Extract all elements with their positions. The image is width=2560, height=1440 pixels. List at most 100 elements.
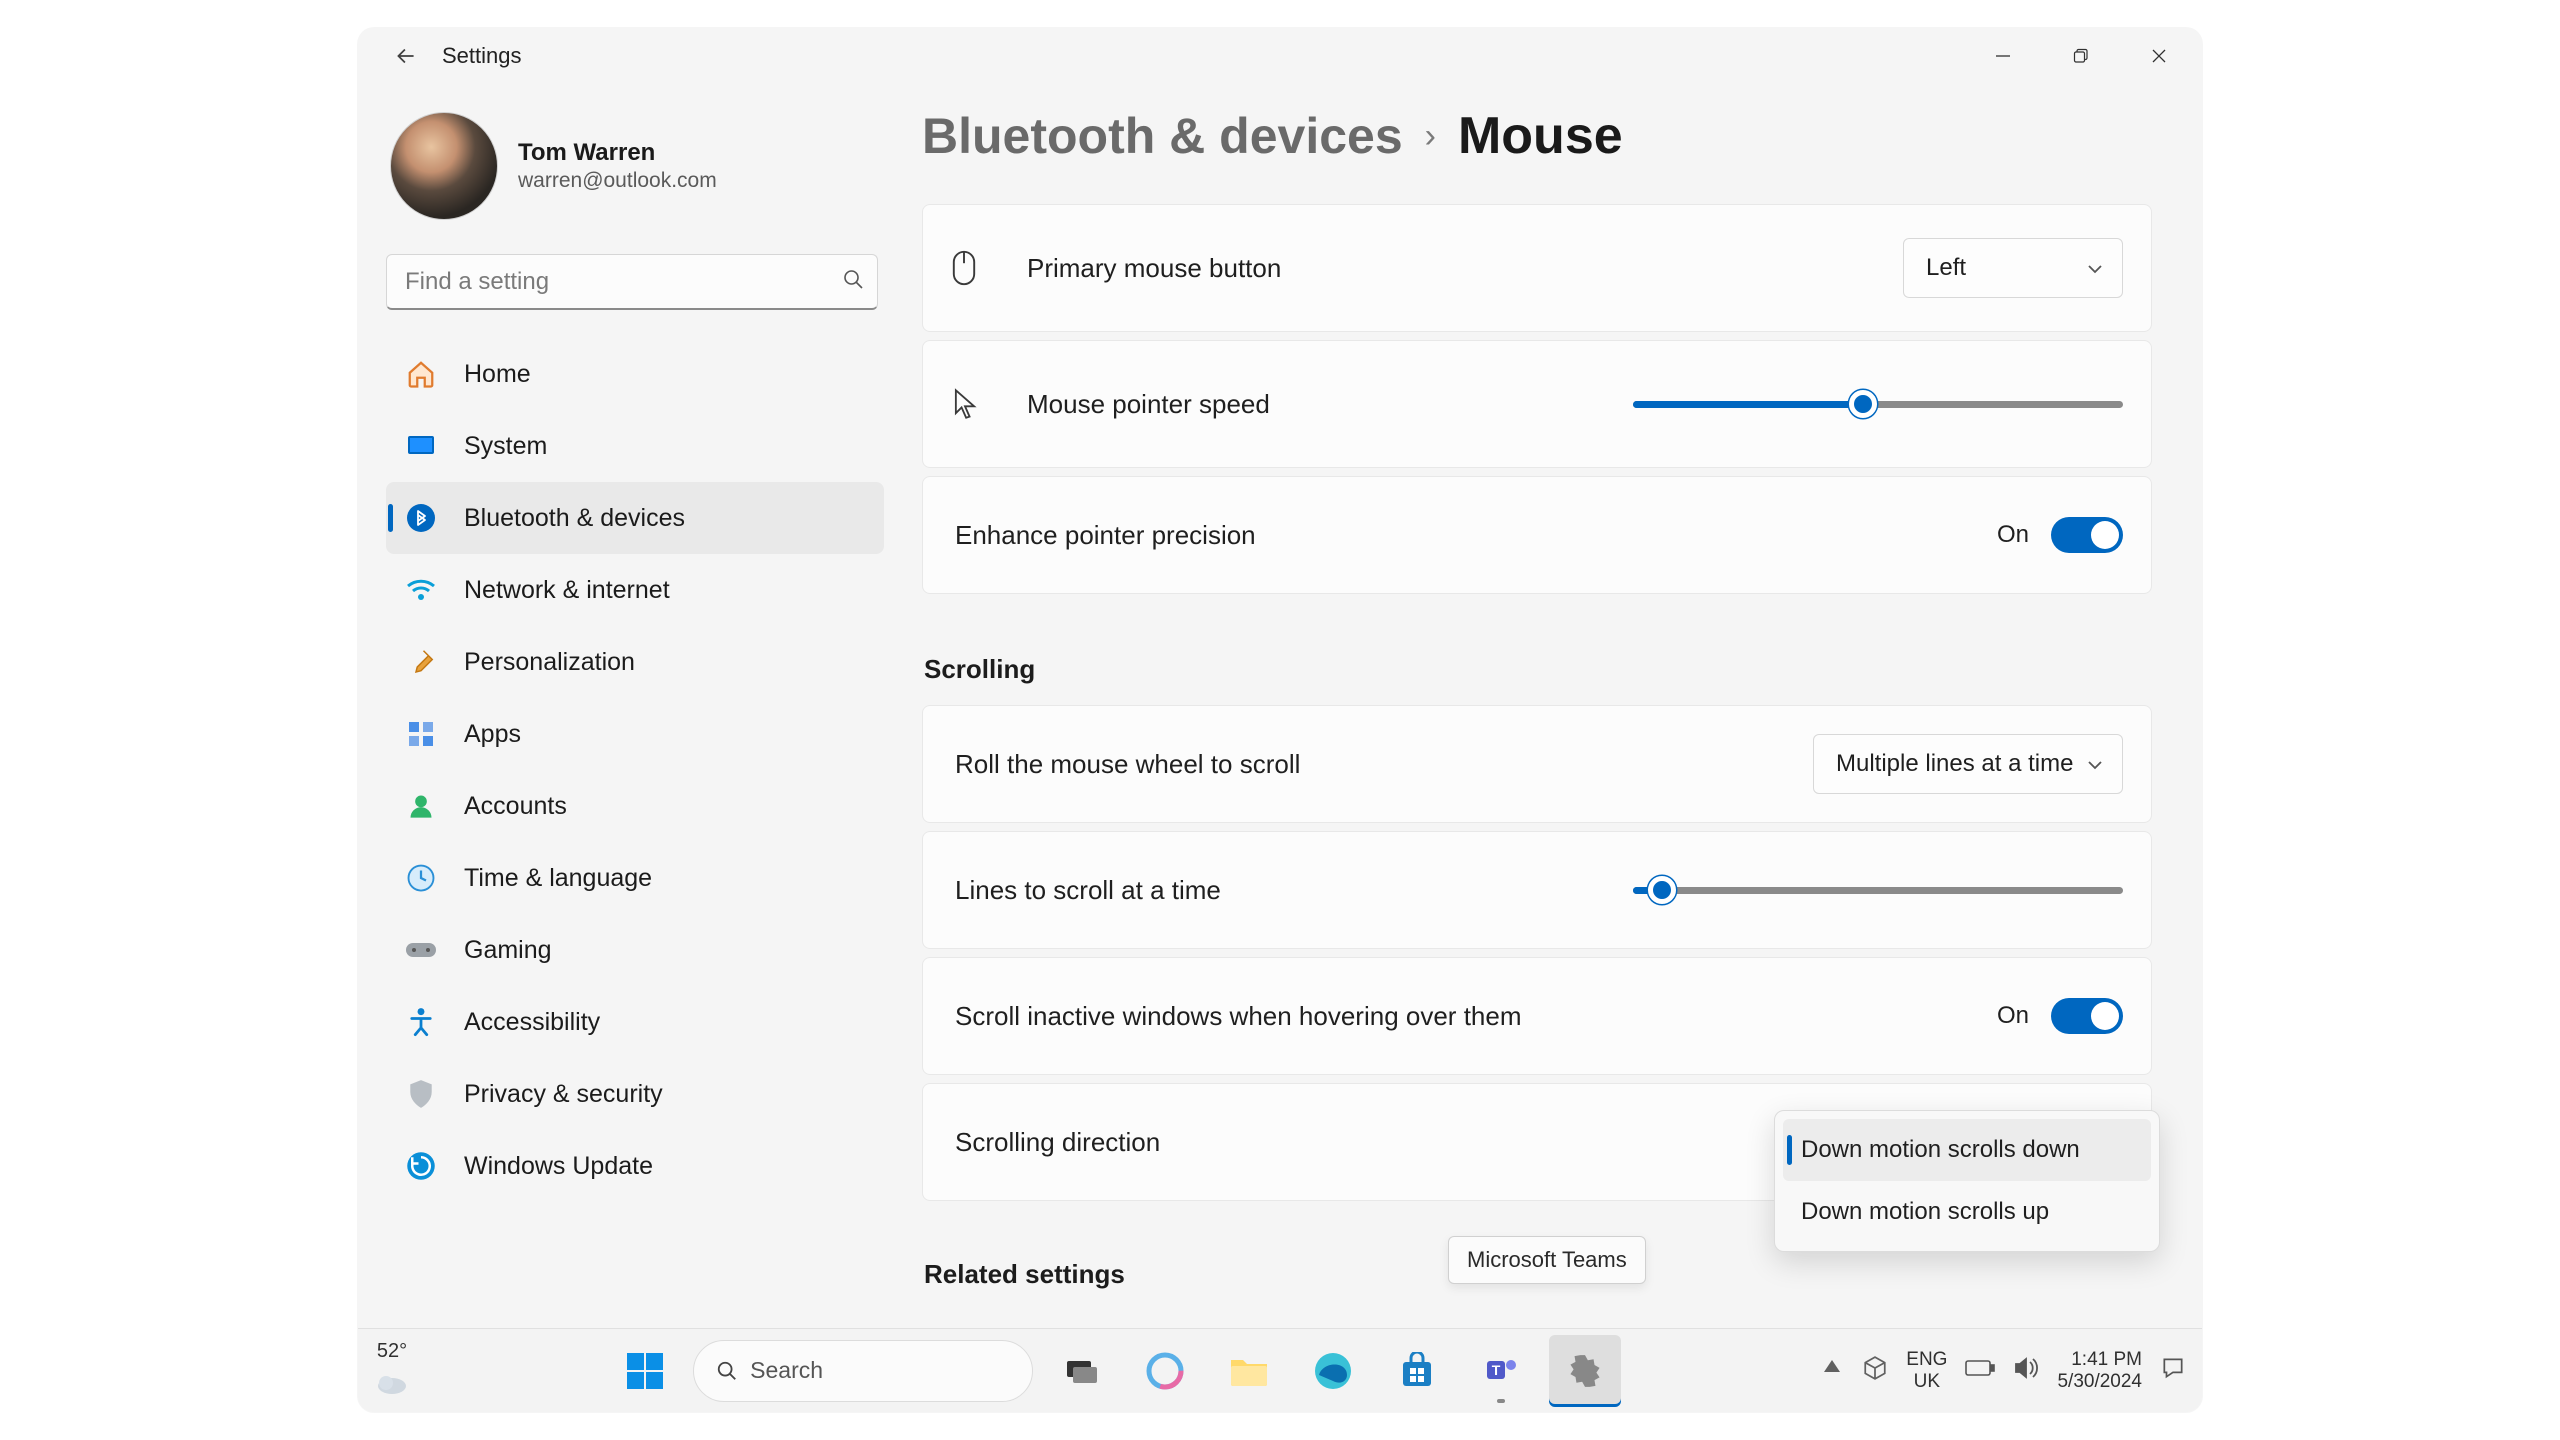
slider-thumb[interactable]	[1648, 876, 1676, 904]
settings-taskbar-icon[interactable]	[1549, 1335, 1621, 1407]
back-button[interactable]	[388, 38, 424, 74]
nav-accessibility[interactable]: Accessibility	[386, 986, 884, 1058]
toggle-state: On	[1997, 521, 2029, 549]
setting-label: Scroll inactive windows when hovering ov…	[951, 1001, 1997, 1032]
setting-label: Primary mouse button	[999, 253, 1903, 284]
mouse-icon	[951, 250, 999, 286]
primary-button-dropdown[interactable]: Left	[1903, 238, 2123, 298]
volume-icon[interactable]	[2013, 1356, 2039, 1385]
titlebar: Settings	[358, 28, 2202, 76]
wifi-icon	[404, 573, 438, 607]
cube-icon[interactable]	[1862, 1355, 1888, 1386]
teams-icon[interactable]: T	[1465, 1335, 1537, 1407]
setting-label: Enhance pointer precision	[951, 520, 1997, 551]
file-explorer-icon[interactable]	[1213, 1335, 1285, 1407]
search-icon[interactable]	[841, 267, 865, 296]
enhance-precision-row: Enhance pointer precision On	[922, 476, 2152, 594]
nav-gaming[interactable]: Gaming	[386, 914, 884, 986]
page-title: Mouse	[1458, 106, 1623, 166]
tooltip: Microsoft Teams	[1448, 1236, 1646, 1284]
nav-bluetooth-devices[interactable]: Bluetooth & devices	[386, 482, 884, 554]
nav-time-language[interactable]: Time & language	[386, 842, 884, 914]
profile-block[interactable]: Tom Warren warren@outlook.com	[386, 104, 884, 250]
nav-privacy-security[interactable]: Privacy & security	[386, 1058, 884, 1130]
weather-widget[interactable]: 52°	[374, 1340, 410, 1401]
nav-label: Gaming	[464, 936, 552, 965]
nav-label: Accessibility	[464, 1008, 600, 1037]
system-icon	[404, 429, 438, 463]
slider-thumb[interactable]	[1849, 390, 1877, 418]
minimize-button[interactable]	[1964, 34, 2042, 78]
start-button[interactable]	[609, 1335, 681, 1407]
cursor-icon	[951, 388, 999, 420]
pointer-speed-slider[interactable]	[1633, 394, 2123, 414]
shield-icon	[404, 1077, 438, 1111]
section-heading: Scrolling	[924, 654, 2152, 685]
search-box[interactable]	[386, 254, 878, 310]
chevron-down-icon	[2086, 750, 2104, 778]
scroll-inactive-toggle[interactable]	[2051, 998, 2123, 1034]
tray-chevron-icon[interactable]	[1820, 1356, 1844, 1385]
nav-personalization[interactable]: Personalization	[386, 626, 884, 698]
dropdown-option[interactable]: Down motion scrolls down	[1783, 1119, 2151, 1181]
person-icon	[404, 789, 438, 823]
close-button[interactable]	[2120, 34, 2198, 78]
nav-list: Home System Bluetooth & devices Network …	[386, 338, 884, 1202]
nav-windows-update[interactable]: Windows Update	[386, 1130, 884, 1202]
nav-label: Bluetooth & devices	[464, 504, 685, 533]
search-placeholder: Search	[750, 1357, 823, 1384]
toggle-state: On	[1997, 1002, 2029, 1030]
store-icon[interactable]	[1381, 1335, 1453, 1407]
nav-accounts[interactable]: Accounts	[386, 770, 884, 842]
dropdown-value: Left	[1926, 254, 1966, 282]
clock[interactable]: 1:41 PM 5/30/2024	[2057, 1349, 2142, 1393]
nav-label: Apps	[464, 720, 521, 749]
task-view-icon[interactable]	[1045, 1335, 1117, 1407]
copilot-icon[interactable]	[1129, 1335, 1201, 1407]
weather-temp: 52°	[377, 1340, 407, 1363]
profile-name: Tom Warren	[518, 139, 717, 167]
breadcrumb-parent[interactable]: Bluetooth & devices	[922, 107, 1403, 165]
cloud-icon	[374, 1365, 410, 1401]
update-icon	[404, 1149, 438, 1183]
chevron-right-icon: ›	[1425, 117, 1436, 156]
enhance-precision-toggle[interactable]	[2051, 517, 2123, 553]
lines-scroll-slider[interactable]	[1633, 880, 2123, 900]
nav-network[interactable]: Network & internet	[386, 554, 884, 626]
primary-mouse-button-row: Primary mouse button Left	[922, 204, 2152, 332]
notifications-icon[interactable]	[2160, 1355, 2186, 1386]
setting-label: Mouse pointer speed	[999, 389, 1633, 420]
nav-label: Accounts	[464, 792, 567, 821]
nav-home[interactable]: Home	[386, 338, 884, 410]
window-controls	[1964, 34, 2198, 78]
clock-globe-icon	[404, 861, 438, 895]
battery-icon[interactable]	[1965, 1358, 1995, 1383]
pointer-speed-row: Mouse pointer speed	[922, 340, 2152, 468]
app-title: Settings	[442, 43, 522, 69]
apps-icon	[404, 717, 438, 751]
taskbar: 52° Search T ENG UK	[358, 1328, 2202, 1412]
avatar	[390, 112, 498, 220]
chevron-down-icon	[2086, 254, 2104, 282]
roll-wheel-dropdown[interactable]: Multiple lines at a time	[1813, 734, 2123, 794]
bluetooth-icon	[404, 501, 438, 535]
scroll-direction-menu: Down motion scrolls down Down motion scr…	[1774, 1110, 2160, 1252]
nav-label: Personalization	[464, 648, 635, 677]
edge-icon[interactable]	[1297, 1335, 1369, 1407]
settings-window: Settings Tom Warren warren@outlook.com	[358, 28, 2202, 1412]
search-input[interactable]	[405, 268, 841, 296]
gamepad-icon	[404, 933, 438, 967]
content-area: Bluetooth & devices › Mouse Primary mous…	[898, 76, 2202, 1328]
brush-icon	[404, 645, 438, 679]
sidebar: Tom Warren warren@outlook.com Home Syste…	[358, 76, 898, 1328]
dropdown-option[interactable]: Down motion scrolls up	[1783, 1181, 2151, 1243]
taskbar-search[interactable]: Search	[693, 1340, 1033, 1402]
maximize-button[interactable]	[2042, 34, 2120, 78]
nav-apps[interactable]: Apps	[386, 698, 884, 770]
language-indicator[interactable]: ENG UK	[1906, 1349, 1947, 1393]
svg-text:T: T	[1492, 1362, 1501, 1378]
home-icon	[404, 357, 438, 391]
nav-system[interactable]: System	[386, 410, 884, 482]
nav-label: System	[464, 432, 547, 461]
nav-label: Windows Update	[464, 1152, 653, 1181]
